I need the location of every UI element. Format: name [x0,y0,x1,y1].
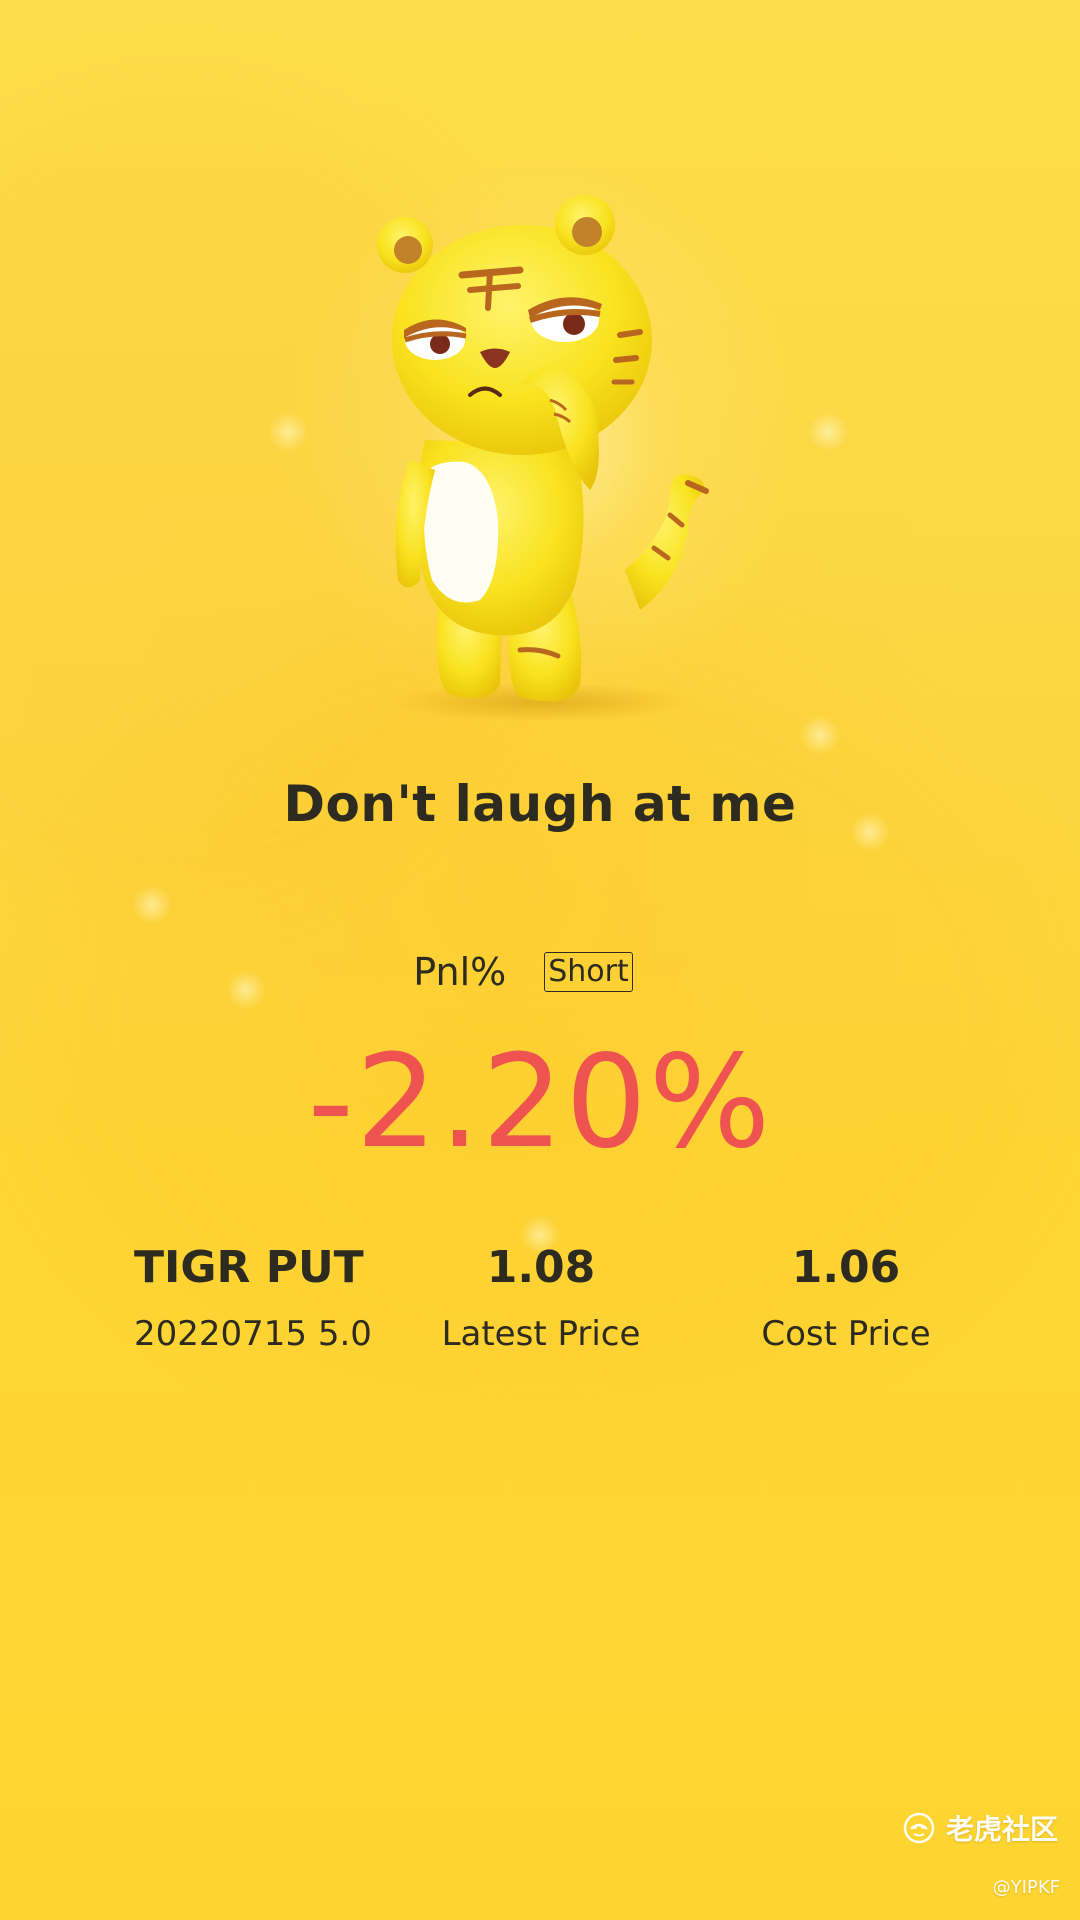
contract-details: 20220715 5.0 [134,1314,372,1354]
sparkle-dot [800,715,840,755]
pnl-share-card: Don't laugh at me Pnl% Short -2.20% TIGR… [0,0,1080,1920]
sparkle-dot [132,885,172,925]
pnl-percentage-value: -2.20% [307,1028,773,1177]
latest-price-value: 1.08 [486,1242,596,1293]
latest-price-stat: 1.08 Latest Price [400,1240,682,1356]
watermark-brand: 老虎社区 [945,1813,1058,1846]
watermark: 老虎社区 [902,1808,1058,1848]
symbol-name: TIGR PUT [134,1242,364,1293]
sparkle-dot [808,412,848,452]
sparkle-dot [268,412,308,452]
pnl-label: Pnl% [413,950,507,994]
position-stats: TIGR PUT 20220715 5.0 1.08 Latest Price … [0,1240,1080,1370]
latest-price-label: Latest Price [441,1314,641,1354]
position-side-badge: Short [544,952,633,992]
cost-price-label: Cost Price [761,1314,931,1354]
headline: Don't laugh at me [283,775,797,833]
watermark-handle: @YIPKF [992,1877,1060,1898]
symbol-stat: TIGR PUT 20220715 5.0 [134,1240,372,1356]
pnl-header: Pnl% Short [0,950,1080,994]
grumpy-tiger-mascot-icon [377,195,709,722]
cost-price-stat: 1.06 Cost Price [705,1240,987,1356]
tiger-community-logo-icon [903,1812,935,1844]
cost-price-value: 1.06 [791,1242,901,1293]
